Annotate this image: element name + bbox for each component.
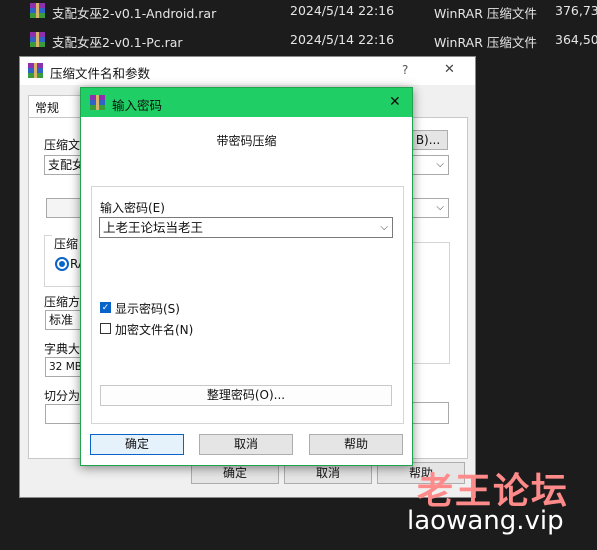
help-icon[interactable]: ? [402,63,408,77]
dialog-titlebar[interactable]: 压缩文件名和参数 ? ✕ [20,57,475,85]
method-label: 压缩方 [44,295,81,309]
cancel-button[interactable]: 取消 [199,434,293,455]
password-dialog: 输入密码 ✕ 带密码压缩 输入密码(E) 上老王论坛当老王 ⌵ ✓ 显示密码(S… [80,87,413,466]
archive-name-label: 压缩文 [44,138,81,152]
file-date: 2024/5/14 22:16 [290,3,395,18]
comment-field[interactable] [410,402,449,424]
file-name: 支配女巫2-v0.1-Android.rar [52,6,217,21]
tab-general[interactable]: 常规 [28,95,82,118]
rar-radio[interactable] [55,257,69,271]
help-button[interactable]: 帮助 [309,434,403,455]
method-value: 标准 [49,313,74,327]
format-group-label: 压缩 [52,235,81,252]
dialog-titlebar[interactable]: 输入密码 ✕ [81,88,412,117]
file-size: 364,507 [555,32,597,47]
file-date: 2024/5/14 22:16 [290,32,395,47]
chevron-down-icon: ⌵ [380,222,388,233]
dialog-heading: 带密码压缩 [216,134,277,148]
password-label: 输入密码(E) [100,201,165,215]
file-row[interactable]: 支配女巫2-v0.1-Android.rar 2024/5/14 22:16 W… [0,0,597,22]
update-mode-combobox[interactable]: ⌵ [410,198,449,218]
chevron-down-icon: ⌵ [436,159,444,170]
file-name: 支配女巫2-v0.1-Pc.rar [52,35,183,50]
show-password-label: 显示密码(S) [115,302,180,316]
file-type: WinRAR 压缩文件 [434,35,537,50]
archive-name-value: 支配女 [48,158,85,172]
file-row[interactable]: 支配女巫2-v0.1-Pc.rar 2024/5/14 22:16 WinRAR… [0,29,597,51]
split-label: 切分为 [44,389,81,403]
winrar-icon [28,63,43,78]
encrypt-filenames-checkbox[interactable] [100,323,111,334]
options-group [410,242,450,364]
dict-size-label: 字典大 [44,342,81,356]
browse-button[interactable]: B)... [408,130,448,150]
chevron-down-icon: ⌵ [436,202,444,213]
encrypt-filenames-label: 加密文件名(N) [115,323,194,337]
watermark-url: laowang.vip [407,506,564,536]
ok-button[interactable]: 确定 [90,434,184,455]
rar-archive-icon [30,32,45,47]
show-password-checkbox[interactable]: ✓ [100,302,111,313]
close-icon[interactable]: ✕ [444,62,455,77]
close-icon[interactable]: ✕ [389,94,401,110]
winrar-icon [90,95,105,110]
dialog-title: 压缩文件名和参数 [50,66,151,81]
file-type: WinRAR 压缩文件 [434,6,537,21]
file-size: 376,731 [555,3,597,18]
dict-size-value: 32 MB [49,361,82,373]
dialog-title: 输入密码 [112,98,163,113]
organize-passwords-button[interactable]: 整理密码(O)... [100,385,392,406]
password-input[interactable]: 上老王论坛当老王 ⌵ [99,217,393,238]
password-value: 上老王论坛当老王 [103,220,204,235]
rar-archive-icon [30,3,45,18]
